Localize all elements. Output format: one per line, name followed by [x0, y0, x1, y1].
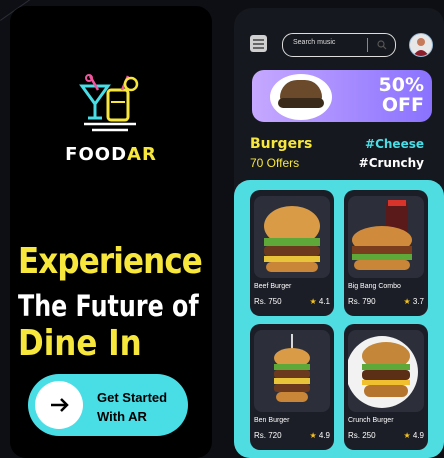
product-rating: ★ 4.1 [309, 297, 330, 306]
search-divider [367, 38, 368, 52]
product-price: Rs. 720 [254, 431, 282, 440]
get-started-button[interactable]: Get Started With AR [28, 374, 188, 436]
discount-text: 50% OFF [379, 75, 424, 115]
brand-food: FOOD [65, 144, 128, 165]
product-name: Beef Burger [254, 283, 292, 290]
offers-count: 70 Offers [250, 156, 300, 170]
menu-screen: Search music 50% OFF Burgers 70 Offers #… [234, 8, 444, 458]
big-bang-combo-image [348, 196, 424, 278]
product-name: Ben Burger [254, 417, 290, 424]
crunch-burger-image [348, 330, 424, 412]
rating-value: 4.1 [318, 297, 330, 306]
rating-value: 3.7 [412, 297, 424, 306]
star-icon: ★ [403, 431, 411, 440]
product-price: Rs. 250 [348, 431, 376, 440]
headline-future: The Future of [18, 289, 199, 323]
avatar-icon [413, 38, 429, 56]
product-card[interactable]: Beef Burger Rs. 750 ★ 4.1 [250, 190, 334, 316]
beef-burger-image [254, 196, 330, 278]
search-icon[interactable] [377, 40, 387, 50]
product-name: Big Bang Combo [348, 283, 401, 290]
discount-percent: 50% [378, 74, 424, 96]
burger-patty-shape [278, 98, 324, 108]
product-card[interactable]: Ben Burger Rs. 720 ★ 4.9 [250, 324, 334, 450]
offer-banner[interactable]: 50% OFF [252, 70, 432, 122]
tag-cheese[interactable]: #Cheese [365, 137, 424, 151]
search-placeholder: Search music [293, 39, 336, 46]
user-avatar[interactable] [409, 33, 433, 57]
cocktail-logo-icon [79, 74, 139, 132]
product-price: Rs. 790 [348, 297, 376, 306]
category-title: Burgers [250, 136, 313, 152]
discount-off: OFF [381, 94, 424, 116]
headline-experience: Experience [18, 241, 203, 282]
product-rating: ★ 3.7 [403, 297, 424, 306]
cta-label-line1: Get Started [97, 390, 168, 405]
ben-burger-image [254, 330, 330, 412]
arrow-button-circle[interactable] [35, 381, 83, 429]
tag-crunchy[interactable]: #Crunchy [359, 156, 424, 170]
product-rating: ★ 4.9 [309, 431, 330, 440]
cta-label-line2: With AR [97, 409, 147, 424]
rating-value: 4.9 [412, 431, 424, 440]
product-grid: Beef Burger Rs. 750 ★ 4.1 Big Bang Combo… [234, 180, 444, 458]
product-card[interactable]: Big Bang Combo Rs. 790 ★ 3.7 [344, 190, 428, 316]
arrow-right-icon [51, 398, 69, 412]
rating-value: 4.9 [318, 431, 330, 440]
product-name: Crunch Burger [348, 417, 394, 424]
headline-dine-in: Dine In [18, 323, 142, 364]
star-icon: ★ [309, 431, 317, 440]
star-icon: ★ [309, 297, 317, 306]
star-icon: ★ [403, 297, 411, 306]
brand-ar: AR [127, 144, 157, 165]
product-price: Rs. 750 [254, 297, 282, 306]
search-bar[interactable]: Search music [282, 33, 396, 57]
menu-icon[interactable] [250, 35, 267, 52]
app-brand-name: FOODAR [10, 144, 212, 165]
product-card[interactable]: Crunch Burger Rs. 250 ★ 4.9 [344, 324, 428, 450]
product-rating: ★ 4.9 [403, 431, 424, 440]
get-started-label: Get Started With AR [97, 388, 185, 426]
splash-screen: FOODAR Experience The Future of Dine In … [10, 6, 212, 458]
